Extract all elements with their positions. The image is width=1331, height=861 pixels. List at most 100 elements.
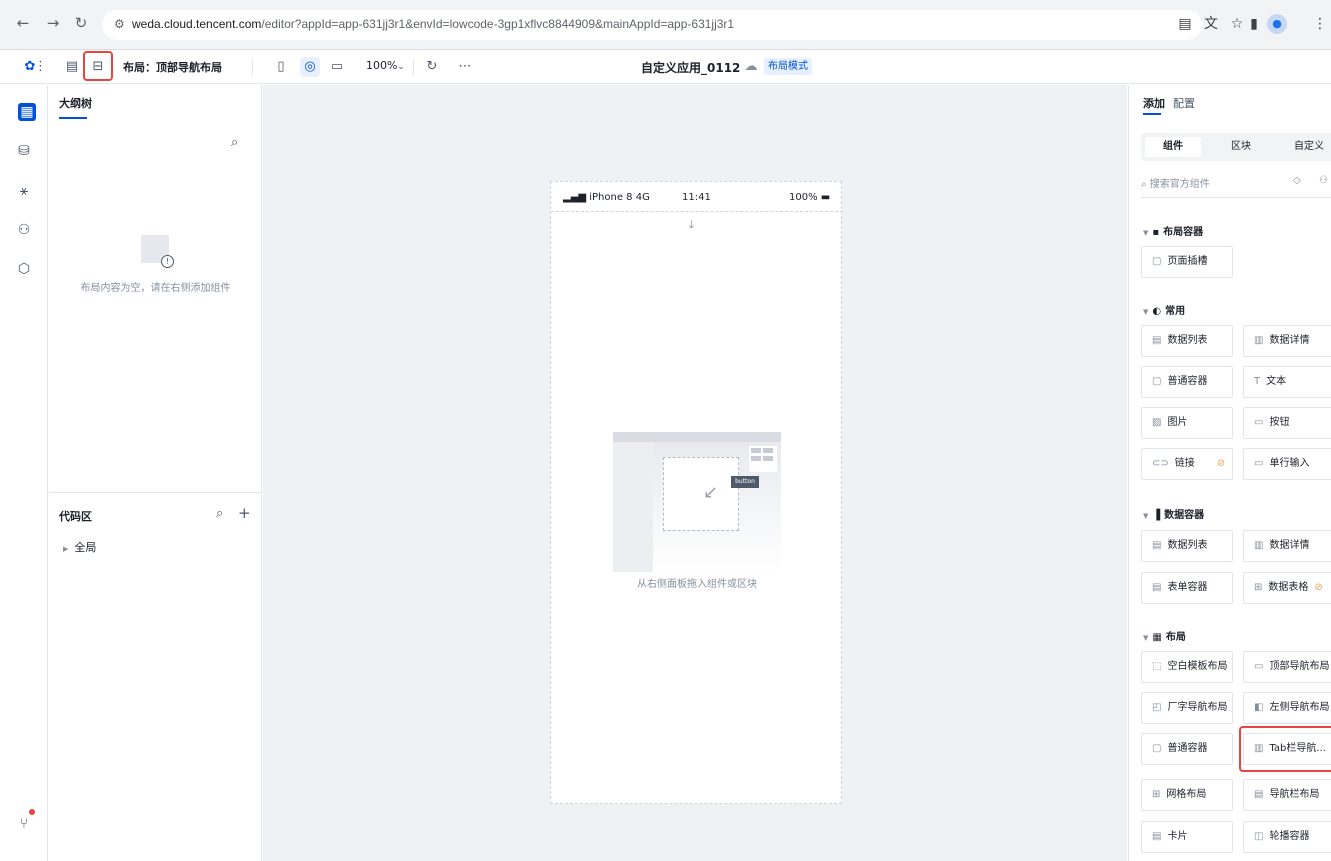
component-lib-icon[interactable]: ⚇ xyxy=(1319,175,1328,186)
card-grid[interactable]: ⊞ 网格布局 xyxy=(1141,779,1233,811)
database-icon[interactable]: ⛁ xyxy=(15,142,33,160)
segment-control: 组件 区块 自定义 xyxy=(1141,133,1331,161)
layout-selector[interactable]: 布局：顶部导航布局 xyxy=(123,59,222,75)
detail-icon: ▥ xyxy=(1254,335,1264,346)
menu-icon[interactable]: ⋮ xyxy=(1310,14,1330,34)
more-icon[interactable]: ⋯ xyxy=(455,57,475,77)
more-vertical-icon[interactable]: ⋮ xyxy=(34,57,47,77)
card-button[interactable]: ▭ 按钮 xyxy=(1243,407,1331,439)
profile-avatar[interactable]: ● xyxy=(1267,14,1287,34)
caret-right-icon: ▶ xyxy=(63,545,69,553)
components-icon[interactable]: ⚇ xyxy=(15,221,33,239)
illus-button: button xyxy=(731,476,759,488)
card-label: 单行输入 xyxy=(1269,458,1310,469)
editor-toolbar: ✿ ⋮ ▤ ⊟ 布局：顶部导航布局 ⌄ ▯ ◎ ▭ 100% ⌄ ↻ ⋯ 自定义… xyxy=(0,50,1331,84)
outline-icon[interactable]: ▦ xyxy=(18,103,36,121)
desktop-device-icon[interactable]: ▭ xyxy=(327,57,347,77)
card-top-nav[interactable]: ▭ 顶部导航布局 xyxy=(1243,651,1331,683)
card-text[interactable]: T 文本 xyxy=(1243,366,1331,398)
reload-icon[interactable]: ↻ xyxy=(70,12,92,34)
settings-icon[interactable]: ⬡ xyxy=(15,260,33,278)
code-search-icon[interactable]: ⌕ xyxy=(216,506,223,521)
outline-tab[interactable]: 大纲树 xyxy=(59,95,92,111)
card-page-slot[interactable]: ▢ 页面插槽 xyxy=(1141,246,1233,278)
seg-custom[interactable]: 自定义 xyxy=(1281,137,1331,157)
top-nav-icon: ▭ xyxy=(1254,661,1264,672)
common-icon: ◐ xyxy=(1152,306,1162,317)
divider xyxy=(49,492,262,493)
link-icon: ⊂⊃ xyxy=(1152,458,1169,469)
card-blank-template[interactable]: ⬚ 空白模板布局 xyxy=(1141,651,1233,683)
seg-components[interactable]: 组件 xyxy=(1145,137,1201,157)
carrier-label: iPhone 8 4G xyxy=(589,192,650,203)
card-label: 普通容器 xyxy=(1167,743,1208,754)
data-container-icon: ▐ xyxy=(1152,510,1161,521)
card-carousel[interactable]: ◫ 轮播容器 xyxy=(1243,821,1331,853)
card-label: 文本 xyxy=(1266,376,1287,387)
group-data-container[interactable]: ▼ ▐ 数据容器 xyxy=(1143,506,1204,521)
group-common[interactable]: ▼ ◐ 常用 xyxy=(1143,302,1185,317)
l-nav-icon: ◰ xyxy=(1152,702,1162,713)
card-normal-container-2[interactable]: ▢ 普通容器 xyxy=(1141,733,1233,765)
card-left-nav[interactable]: ◧ 左侧导航布局 xyxy=(1243,692,1331,724)
locate-icon[interactable]: ◇ xyxy=(1293,175,1301,186)
card-single-input[interactable]: ▭ 单行输入 xyxy=(1243,448,1331,480)
card-image[interactable]: ▨ 图片 xyxy=(1141,407,1233,439)
tab-add[interactable]: 添加 xyxy=(1143,95,1165,111)
forward-icon[interactable]: → xyxy=(42,12,64,34)
code-item-global[interactable]: ▶ 全局 xyxy=(63,539,96,555)
card-data-list[interactable]: ▤ 数据列表 xyxy=(1141,325,1233,357)
navbar-icon: ▤ xyxy=(1254,789,1264,800)
page-icon[interactable]: ▤ xyxy=(62,57,82,77)
clipboard-icon[interactable]: ▤ xyxy=(1175,14,1195,34)
highlight-box xyxy=(1239,726,1331,772)
back-icon[interactable]: ← xyxy=(12,12,34,34)
code-add-icon[interactable]: + xyxy=(238,504,251,522)
card-label: 页面插槽 xyxy=(1167,256,1208,267)
group-layout-container[interactable]: ▼ ▪ 布局容器 xyxy=(1143,223,1203,238)
battery-label: 100% xyxy=(789,192,818,203)
card-navbar[interactable]: ▤ 导航栏布局 xyxy=(1243,779,1331,811)
layout-icon[interactable]: ⊟ xyxy=(88,57,108,77)
phone-preview[interactable]: ▂▄▆ iPhone 8 4G 11:41 100% ▬ ⤓ ↙ button … xyxy=(550,181,843,804)
zoom-chevron-icon[interactable]: ⌄ xyxy=(391,57,411,77)
card-form-container[interactable]: ▤ 表单容器 xyxy=(1141,572,1233,604)
card-data-detail[interactable]: ▥ 数据详情 xyxy=(1243,325,1331,357)
search-icon[interactable]: ⌕ xyxy=(231,135,238,150)
miniprogram-device-icon[interactable]: ◎ xyxy=(300,57,320,77)
git-branch-icon[interactable]: ⑂ xyxy=(15,815,33,833)
card-card[interactable]: ▤ 卡片 xyxy=(1141,821,1233,853)
flow-icon[interactable]: ⚹ xyxy=(15,182,33,200)
divider xyxy=(1141,197,1331,198)
card-l-nav[interactable]: ◰ 厂字导航布局 xyxy=(1141,692,1233,724)
group-layout[interactable]: ▼ ▦ 布局 xyxy=(1143,628,1186,643)
mobile-device-icon[interactable]: ▯ xyxy=(271,57,291,77)
card-link[interactable]: ⊂⊃ 链接 ⊘ xyxy=(1141,448,1233,480)
code-item-label: 全局 xyxy=(74,541,97,554)
address-bar[interactable]: ⚙ weda.cloud.tencent.com/editor?appId=ap… xyxy=(102,10,1202,40)
card-label: 表单容器 xyxy=(1167,582,1208,593)
drag-illustration: ↙ button xyxy=(613,432,781,572)
refresh-icon[interactable]: ↻ xyxy=(422,57,442,77)
card-label: 按钮 xyxy=(1269,417,1290,428)
site-info-icon[interactable]: ⚙ xyxy=(114,17,125,31)
card-label: 链接 xyxy=(1174,458,1195,469)
tab-config[interactable]: 配置 xyxy=(1173,95,1195,111)
card-label: 图片 xyxy=(1167,417,1188,428)
app-title: 自定义应用_0112 xyxy=(641,61,741,75)
carousel-icon: ◫ xyxy=(1254,831,1264,842)
translate-icon[interactable]: 文 xyxy=(1201,14,1221,34)
divider xyxy=(252,59,253,75)
card-normal-container[interactable]: ▢ 普通容器 xyxy=(1141,366,1233,398)
card-label: 导航栏布局 xyxy=(1269,789,1320,800)
card-data-detail-2[interactable]: ▥ 数据详情 xyxy=(1243,530,1331,562)
blank-icon: ⬚ xyxy=(1152,661,1162,672)
card-data-list-2[interactable]: ▤ 数据列表 xyxy=(1141,530,1233,562)
card-data-table[interactable]: ⊞ 数据表格 ⊘ xyxy=(1243,572,1331,604)
sidebar-icon[interactable]: ▮ xyxy=(1244,14,1264,34)
tab-indicator xyxy=(1143,113,1161,115)
grid-icon: ⊞ xyxy=(1152,789,1161,800)
seg-blocks[interactable]: 区块 xyxy=(1213,137,1269,157)
component-search[interactable]: ⌕ 搜索官方组件 ◇ ⚇ xyxy=(1141,175,1331,190)
chevron-down-icon[interactable]: ⌄ xyxy=(210,57,230,77)
